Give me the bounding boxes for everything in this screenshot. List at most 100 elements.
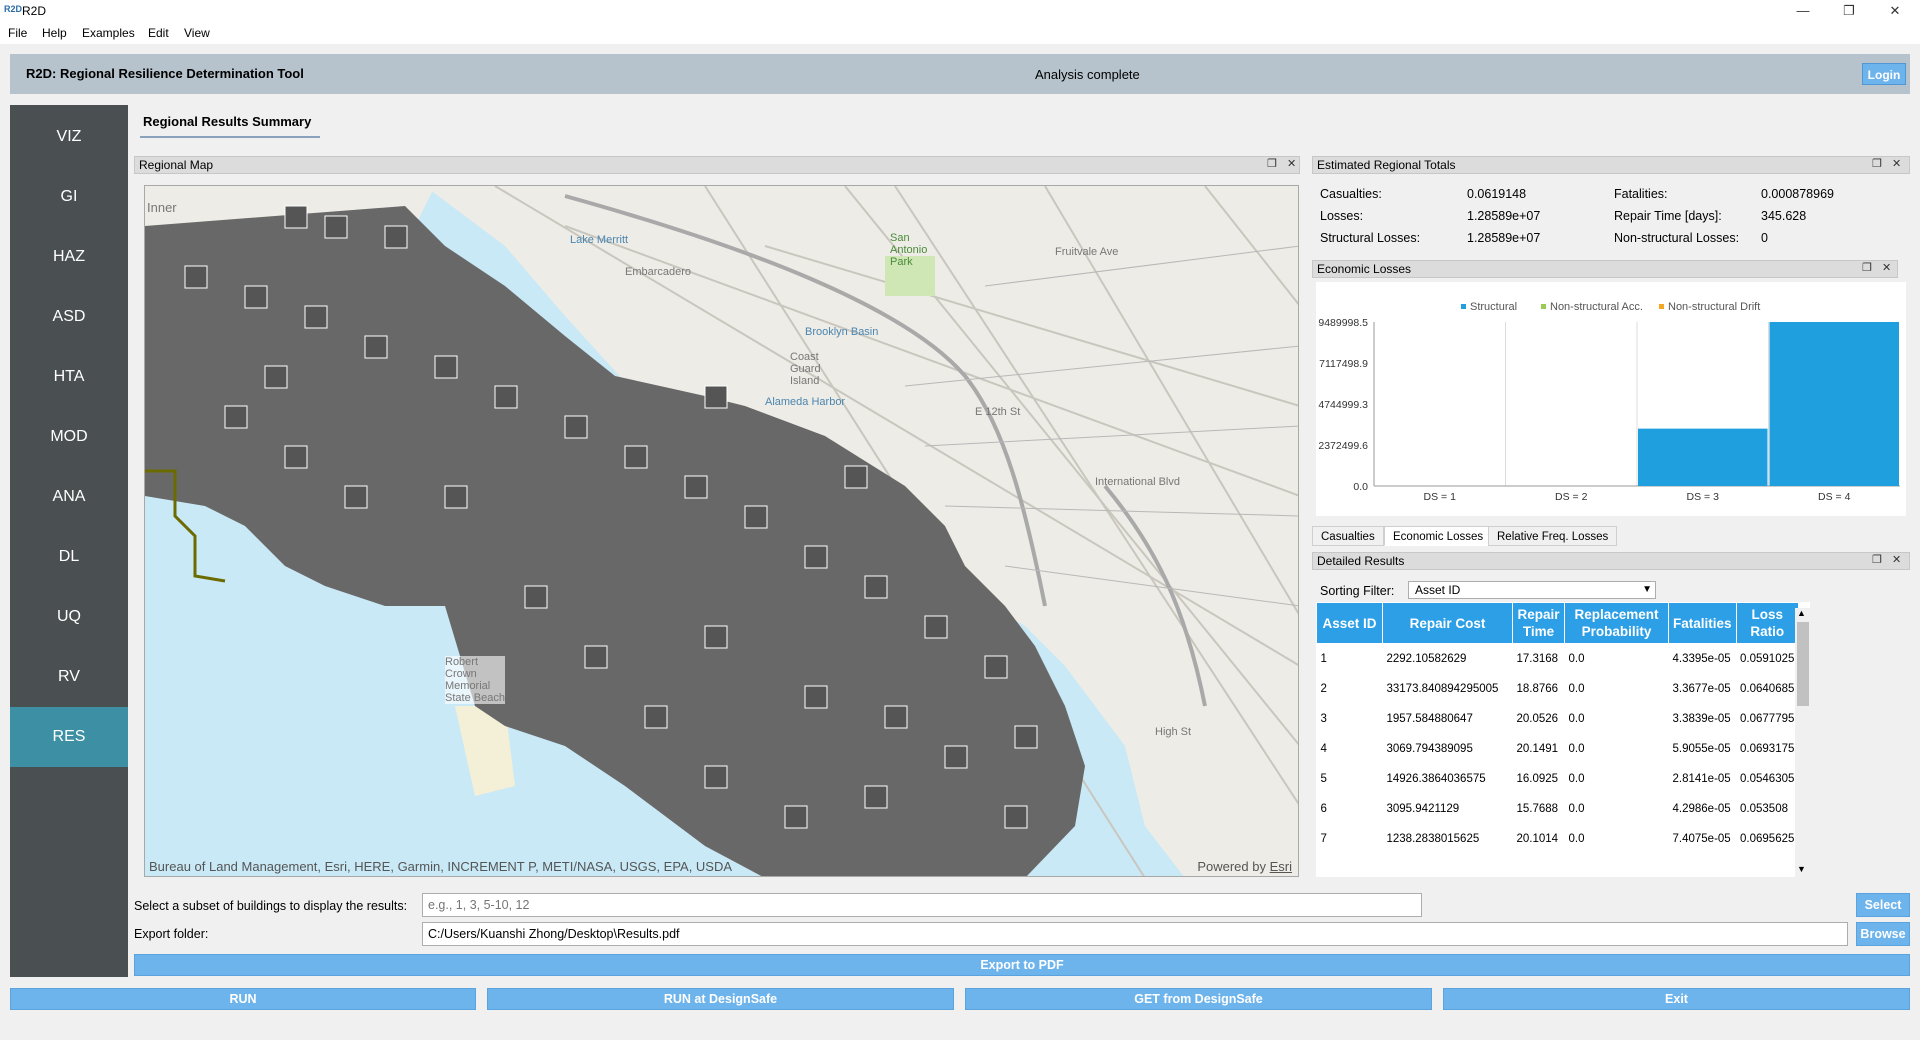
- close-icon[interactable]: ✕: [1882, 261, 1891, 274]
- table-cell: 0.0546305: [1740, 773, 1795, 785]
- float-icon[interactable]: ❐: [1872, 157, 1882, 170]
- float-icon[interactable]: ❐: [1267, 157, 1277, 170]
- menu-edit[interactable]: Edit: [148, 26, 169, 40]
- table-row[interactable]: 2 33173.840894295005 18.8766 0.0 3.3677e-05 0…: [1317, 674, 1799, 704]
- tab-economic-losses[interactable]: Economic Losses: [1384, 526, 1493, 546]
- losses-label: Losses:: [1320, 209, 1364, 223]
- tab-relative-freq-losses[interactable]: Relative Freq. Losses: [1488, 526, 1618, 546]
- totals-panel-title-text: Estimated Regional Totals: [1317, 158, 1456, 172]
- export-pdf-button[interactable]: Export to PDF: [134, 954, 1910, 976]
- regional-map[interactable]: Inner Lake Merritt San Antonio Park Coas…: [144, 185, 1299, 877]
- sidebar-item-hta[interactable]: HTA: [10, 347, 128, 407]
- table-row[interactable]: 6 3095.9421129 15.7688 0.0 4.2986e-05 0.05350…: [1317, 794, 1799, 824]
- legend-label: Non-structural Drift: [1668, 301, 1760, 313]
- table-cell: 2.8141e-05: [1672, 773, 1731, 785]
- map-powered-by: Powered by Esri: [1197, 859, 1292, 874]
- table-row[interactable]: 1 2292.10582629 17.3168 0.0 4.3395e-05 0.0591…: [1317, 644, 1799, 675]
- table-cell: 0.0695625: [1740, 833, 1795, 845]
- casualties-label: Casualties:: [1320, 187, 1382, 201]
- column-header[interactable]: Loss Ratio: [1735, 602, 1799, 644]
- scroll-up-icon[interactable]: ▲: [1797, 608, 1806, 618]
- detailed-results-table[interactable]: Asset ID Repair Cost Repair Time Replacemen…: [1316, 602, 1810, 877]
- tab-casualties[interactable]: Casualties: [1312, 526, 1384, 546]
- export-folder-label: Export folder:: [134, 927, 209, 941]
- esri-link[interactable]: Esri: [1270, 859, 1292, 874]
- exit-button[interactable]: Exit: [1443, 988, 1910, 1010]
- run-button[interactable]: RUN: [10, 988, 476, 1010]
- sidebar-item-rv[interactable]: RV: [10, 647, 128, 707]
- sidebar-item-asd[interactable]: ASD: [10, 287, 128, 347]
- table-cell: 20.1491: [1516, 743, 1559, 755]
- table-cell: 16.0925: [1516, 773, 1559, 785]
- table-scrollbar-thumb[interactable]: [1797, 622, 1809, 706]
- tab-regional-results-summary[interactable]: Regional Results Summary: [143, 114, 311, 129]
- table-cell: 15.7688: [1516, 803, 1559, 815]
- float-icon[interactable]: ❐: [1862, 261, 1872, 274]
- y-tick-label: 0.0: [1353, 481, 1368, 493]
- scroll-down-icon[interactable]: ▼: [1797, 864, 1806, 874]
- results-table: Asset ID Repair Cost Repair Time Replacemen…: [1316, 602, 1799, 854]
- menu-file[interactable]: File: [8, 26, 27, 40]
- float-icon[interactable]: ❐: [1872, 553, 1882, 566]
- table-cell: 0.0: [1568, 833, 1585, 845]
- column-header[interactable]: Fatalities: [1668, 602, 1737, 644]
- sidebar-item-mod[interactable]: MOD: [10, 407, 128, 467]
- browse-button[interactable]: Browse: [1856, 922, 1910, 946]
- export-folder-field[interactable]: C:/Users/Kuanshi Zhong/Desktop\Results.p…: [422, 922, 1848, 946]
- table-row[interactable]: 5 14926.3864036575 16.0925 0.0 2.8141e-05 0.0…: [1317, 764, 1799, 794]
- sorting-filter-label: Sorting Filter:: [1320, 584, 1395, 598]
- column-header[interactable]: Repair Cost: [1382, 602, 1513, 644]
- login-button[interactable]: Login: [1862, 63, 1906, 85]
- table-cell: 2292.10582629: [1386, 653, 1467, 665]
- column-header[interactable]: Replacement Probability: [1564, 602, 1669, 644]
- table-row[interactable]: 4 3069.794389095 20.1491 0.0 5.9055e-05 0.069…: [1317, 734, 1799, 764]
- get-from-designsafe-button[interactable]: GET from DesignSafe: [965, 988, 1432, 1010]
- minimize-button[interactable]: —: [1780, 0, 1826, 22]
- run-at-designsafe-button[interactable]: RUN at DesignSafe: [487, 988, 954, 1010]
- table-cell: 20.0526: [1516, 713, 1559, 725]
- column-header[interactable]: Asset ID: [1316, 602, 1383, 644]
- loss-chart-svg: Structural Non-structural Acc. Non-structu…: [1318, 301, 1900, 503]
- totals-panel-title: Estimated Regional Totals: [1312, 156, 1910, 174]
- map-label-high-st: High St: [1155, 726, 1192, 738]
- menu-examples[interactable]: Examples: [82, 26, 135, 40]
- close-window-button[interactable]: ✕: [1872, 0, 1918, 22]
- structural-losses-label: Structural Losses:: [1320, 231, 1421, 245]
- table-cell: 14926.3864036575: [1386, 773, 1486, 785]
- y-tick-label: 4744999.3: [1318, 399, 1368, 411]
- close-icon[interactable]: ✕: [1892, 553, 1901, 566]
- sidebar-item-ana[interactable]: ANA: [10, 467, 128, 527]
- sidebar-item-viz[interactable]: VIZ: [10, 107, 128, 167]
- sidebar-item-uq[interactable]: UQ: [10, 587, 128, 647]
- table-row[interactable]: 3 1957.584880647 20.0526 0.0 3.3839e-05 0.067…: [1317, 704, 1799, 734]
- table-cell: 1238.2838015625: [1386, 833, 1480, 845]
- table-cell: 3.3839e-05: [1672, 713, 1731, 725]
- sorting-filter-value: Asset ID: [1415, 583, 1461, 597]
- economic-losses-panel-title-text: Economic Losses: [1317, 262, 1412, 276]
- map-label-state-beach: Robert Crown Memorial State Beach: [445, 656, 505, 704]
- sidebar-item-dl[interactable]: DL: [10, 527, 128, 587]
- menu-help[interactable]: Help: [42, 26, 67, 40]
- table-row[interactable]: 7 1238.2838015625 20.1014 0.0 7.4075e-05 0.06…: [1317, 824, 1799, 854]
- table-cell: 18.8766: [1516, 683, 1559, 695]
- close-icon[interactable]: ✕: [1287, 157, 1296, 170]
- menu-bar: [0, 22, 1920, 44]
- restore-button[interactable]: ❐: [1826, 0, 1872, 22]
- sorting-filter-select[interactable]: Asset ID ▼: [1408, 581, 1656, 599]
- sidebar-item-res[interactable]: RES: [10, 707, 128, 767]
- repair-time-value: 345.628: [1761, 209, 1807, 223]
- table-cell: 1957.584880647: [1386, 713, 1473, 725]
- table-cell: 3: [1320, 713, 1327, 725]
- table-cell: 3069.794389095: [1386, 743, 1473, 755]
- subset-input[interactable]: [422, 893, 1422, 917]
- select-button[interactable]: Select: [1856, 893, 1910, 917]
- sidebar-item-haz[interactable]: HAZ: [10, 227, 128, 287]
- menu-view[interactable]: View: [184, 26, 210, 40]
- map-label-coast-guard-island: Coast Guard Island: [790, 351, 821, 387]
- column-header[interactable]: Repair Time: [1512, 602, 1565, 644]
- table-cell: 0.0693175: [1740, 743, 1795, 755]
- detailed-results-panel-title-text: Detailed Results: [1317, 554, 1405, 568]
- sidebar-item-gi[interactable]: GI: [10, 167, 128, 227]
- non-structural-losses-value: 0: [1761, 231, 1768, 245]
- close-icon[interactable]: ✕: [1892, 157, 1901, 170]
